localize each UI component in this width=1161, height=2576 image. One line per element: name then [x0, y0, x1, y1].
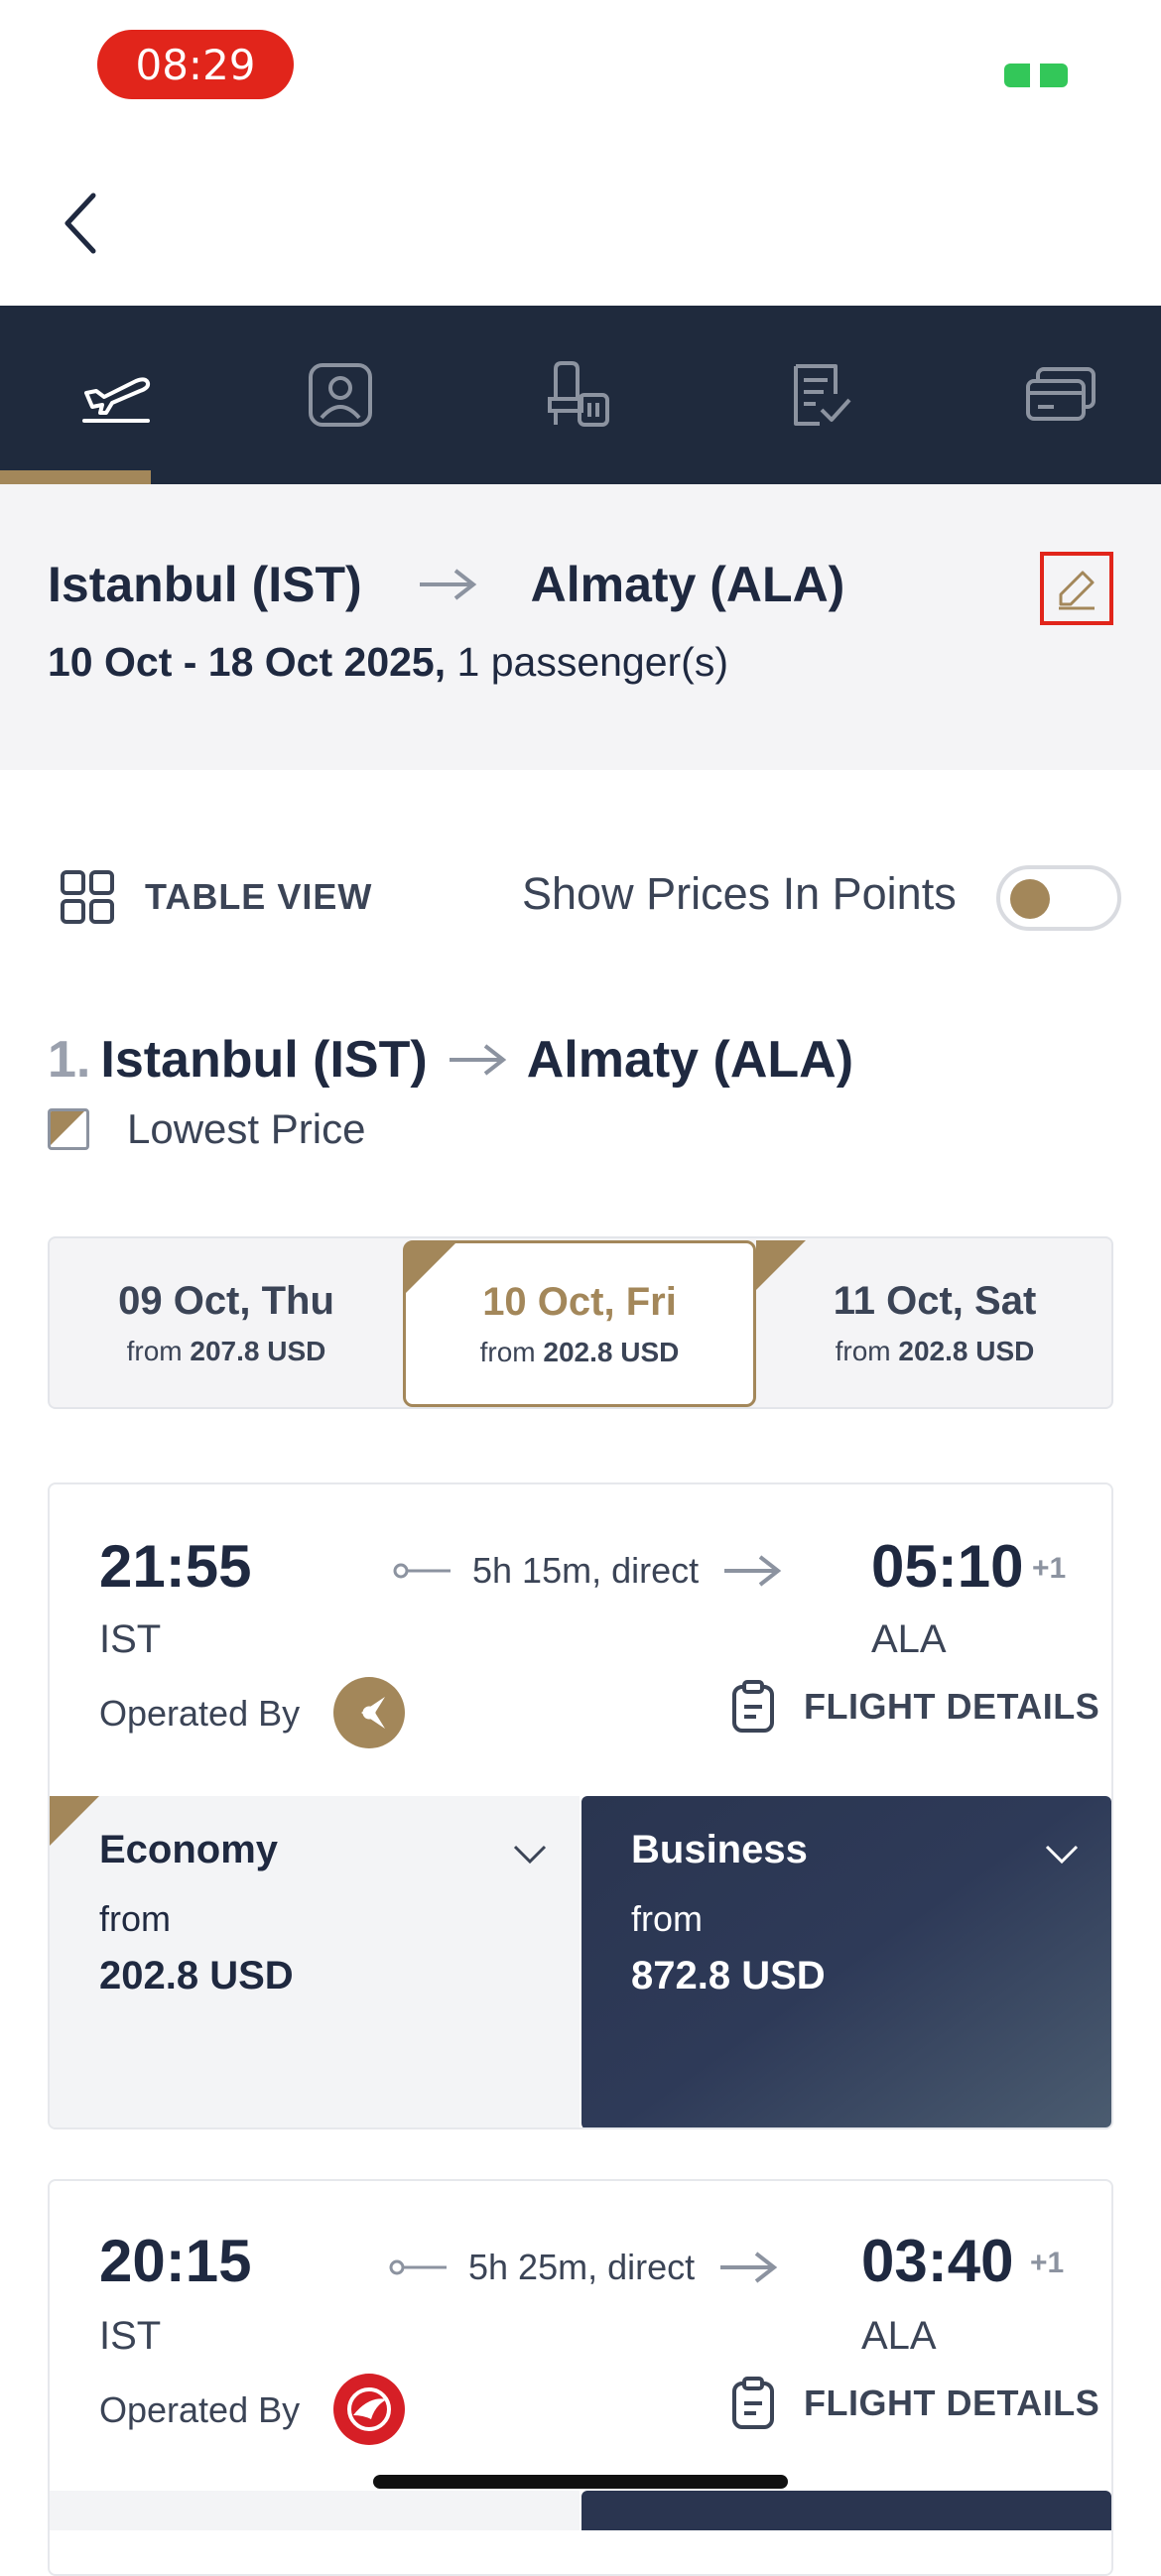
chevron-down-icon — [513, 1845, 547, 1865]
economy-fare-button[interactable]: Economy from 202.8 USD — [50, 1796, 580, 2127]
summary-route: Istanbul (IST) Almaty (ALA) — [48, 556, 844, 613]
lowest-price-marker-icon — [48, 1108, 89, 1150]
flight-details-label: FLIGHT DETAILS — [804, 2383, 1100, 2423]
seat-luggage-icon — [548, 361, 609, 427]
flight-details-button[interactable]: FLIGHT DETAILS — [730, 1679, 1099, 1735]
fare-from-label: from — [631, 1898, 703, 1939]
tab-payment[interactable] — [945, 306, 1161, 484]
summary-origin: Istanbul (IST) — [48, 557, 362, 612]
plane-icon — [82, 377, 151, 423]
business-fare-button[interactable] — [581, 2491, 1111, 2530]
arrival-code: ALA — [861, 2314, 937, 2358]
clipboard-icon — [732, 2377, 774, 2429]
edit-search-button[interactable] — [1040, 552, 1113, 625]
summary-destination: Almaty (ALA) — [530, 557, 845, 612]
arrival-time: 03:40 — [861, 2228, 1014, 2294]
back-chevron-icon — [64, 193, 96, 254]
arrow-right-icon — [449, 1044, 506, 1076]
grid-icon — [61, 870, 114, 924]
next-day-indicator: +1 — [1030, 2247, 1065, 2279]
fare-price: 872.8 USD — [631, 1954, 826, 1997]
leg-number: 1. — [48, 1031, 91, 1089]
origin-dot-icon — [389, 2259, 447, 2275]
arrival-time: 05:10 — [871, 1533, 1024, 1600]
leg-destination: Almaty (ALA) — [526, 1031, 854, 1089]
date-price: from 207.8 USD — [126, 1335, 326, 1366]
home-indicator — [373, 2475, 788, 2489]
departure-time: 21:55 — [99, 1533, 252, 1600]
lowest-price-legend: Lowest Price — [48, 1105, 365, 1153]
operated-by-label: Operated By — [99, 2389, 301, 2430]
business-fare-button[interactable]: Business from 872.8 USD — [581, 1796, 1111, 2127]
arrow-right-icon — [419, 569, 476, 600]
date-price: from 202.8 USD — [835, 1335, 1035, 1366]
tab-flights[interactable] — [0, 306, 232, 484]
show-points-label: Show Prices In Points — [522, 868, 957, 919]
arrival-code: ALA — [871, 1617, 947, 1661]
operated-by-label: Operated By — [99, 1693, 301, 1734]
tab-seats-baggage[interactable] — [460, 306, 693, 484]
booking-steps-tabbar — [0, 306, 1161, 484]
clipboard-icon — [732, 1680, 774, 1733]
origin-dot-icon — [393, 1563, 451, 1579]
fare-from-label: from — [99, 1898, 171, 1939]
leg-title: 1. Istanbul (IST) Almaty (ALA) — [48, 1030, 853, 1090]
edit-pencil-icon — [1059, 571, 1095, 610]
flight-card: 20:15 IST 5h 25m, direct 03:40 +1 ALA Op… — [48, 2179, 1113, 2576]
passenger-icon — [309, 363, 372, 427]
fare-class-name: Economy — [99, 1828, 279, 1871]
date-price: from 202.8 USD — [479, 1336, 680, 1367]
battery-icon — [1002, 60, 1072, 89]
summary-date-range: 10 Oct - 18 Oct 2025, — [48, 639, 447, 685]
date-option[interactable]: 11 Oct, Sat from 202.8 USD — [758, 1238, 1111, 1407]
show-points-toggle[interactable] — [996, 865, 1121, 931]
chevron-down-icon — [1045, 1845, 1079, 1865]
departure-code: IST — [99, 1617, 162, 1661]
flight-duration: 5h 15m, direct — [393, 1550, 782, 1592]
status-time: 08:29 — [97, 30, 294, 99]
summary-passengers: 1 passenger(s) — [446, 639, 728, 685]
back-button[interactable] — [54, 184, 113, 263]
flight-details-button[interactable]: FLIGHT DETAILS — [730, 2376, 1099, 2431]
departure-code: IST — [99, 2314, 162, 2358]
date-label: 09 Oct, Thu — [118, 1278, 334, 1323]
search-summary — [0, 484, 1161, 770]
summary-dates: 10 Oct - 18 Oct 2025, 1 passenger(s) — [48, 639, 728, 686]
next-day-indicator: +1 — [1032, 1552, 1067, 1585]
table-view-label: TABLE VIEW — [145, 876, 373, 917]
flight-details-label: FLIGHT DETAILS — [804, 1686, 1100, 1727]
arrow-right-icon — [724, 1555, 782, 1587]
economy-fare-button[interactable] — [50, 2491, 580, 2530]
tab-review[interactable] — [705, 306, 937, 484]
flight-card: 21:55 IST 5h 15m, direct 05:10 +1 ALA Op… — [48, 1482, 1113, 2129]
table-view-button[interactable]: TABLE VIEW — [60, 869, 372, 925]
flight-duration: 5h 25m, direct — [389, 2247, 778, 2288]
tab-passengers[interactable] — [224, 306, 456, 484]
fare-class-name: Business — [631, 1828, 808, 1871]
payment-card-icon — [1026, 367, 1096, 421]
lowest-price-marker — [50, 1796, 99, 1846]
date-label: 11 Oct, Sat — [833, 1278, 1037, 1323]
date-label: 10 Oct, Fri — [482, 1279, 677, 1324]
lowest-price-label: Lowest Price — [127, 1105, 366, 1152]
date-option-selected[interactable]: 10 Oct, Fri from 202.8 USD — [403, 1240, 756, 1407]
toggle-knob — [1010, 879, 1050, 919]
date-option[interactable]: 09 Oct, Thu from 207.8 USD — [50, 1238, 403, 1407]
departure-time: 20:15 — [99, 2228, 252, 2294]
turkish-airlines-logo-icon — [333, 2374, 405, 2445]
checklist-icon — [794, 364, 851, 426]
leg-origin: Istanbul (IST) — [100, 1031, 428, 1089]
fare-price: 202.8 USD — [99, 1954, 294, 1997]
arrow-right-icon — [720, 2252, 778, 2283]
ajet-logo-icon — [333, 1677, 405, 1748]
lowest-price-marker — [406, 1243, 455, 1293]
active-tab-indicator — [0, 470, 151, 484]
